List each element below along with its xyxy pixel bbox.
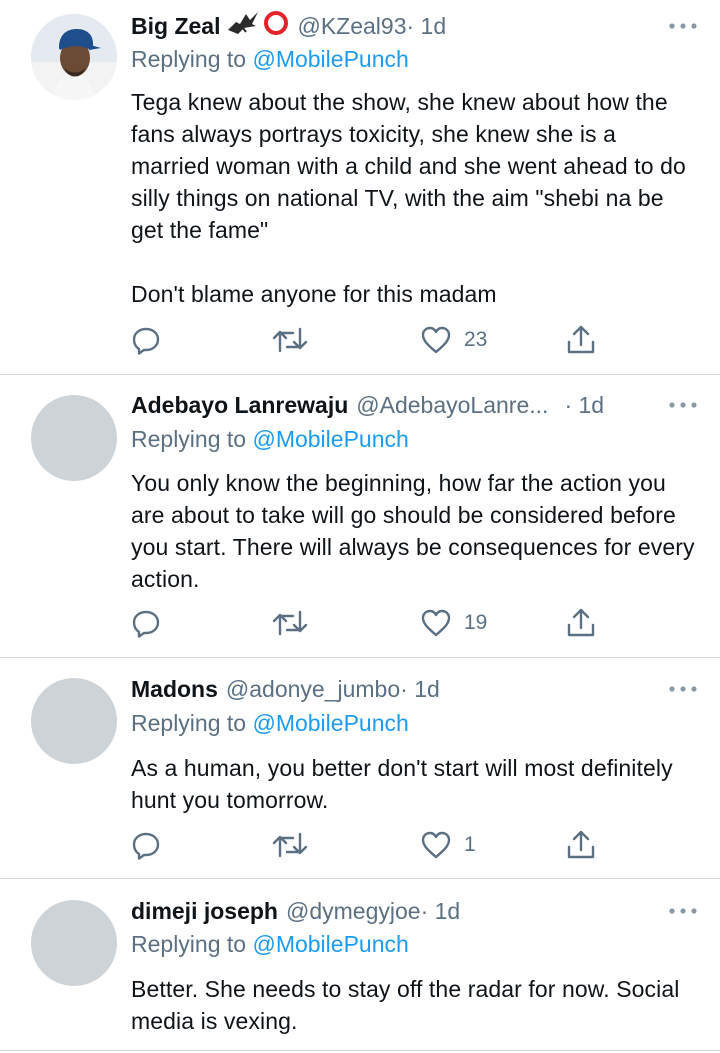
reply-mention-link[interactable]: @MobilePunch (252, 426, 408, 452)
retweet-button[interactable] (271, 323, 309, 357)
tweet-header: Adebayo Lanrewaju @AdebayoLanre... · 1d (131, 389, 698, 421)
tweet-time[interactable]: · 1d (421, 898, 461, 925)
share-icon (565, 324, 597, 356)
tweet-text: You only know the beginning, how far the… (131, 467, 701, 595)
user-handle[interactable]: @adonye_jumbo (226, 676, 400, 703)
tweet-paragraph: Tega knew about the show, she knew about… (131, 89, 686, 243)
retweet-icon (271, 325, 309, 355)
share-button[interactable] (565, 606, 597, 640)
retweet-icon (271, 608, 309, 638)
tweet-actions: 23 (131, 323, 611, 357)
reply-button[interactable] (131, 606, 161, 640)
user-handle[interactable]: @KZeal93 (297, 13, 406, 40)
tweet-actions: 1 (131, 828, 611, 862)
tweet-text: Better. She needs to stay off the radar … (131, 973, 701, 1037)
tweet[interactable]: Adebayo Lanrewaju @AdebayoLanre... · 1d … (0, 375, 720, 657)
more-icon[interactable] (668, 673, 698, 705)
avatar[interactable] (31, 395, 117, 481)
replying-to: Replying to @MobilePunch (131, 426, 409, 453)
tweet-time[interactable]: · 1d (564, 392, 604, 419)
more-icon[interactable] (668, 389, 698, 421)
tweet-actions: 19 (131, 606, 611, 640)
more-icon[interactable] (668, 895, 698, 927)
like-button[interactable]: 1 (420, 828, 476, 862)
avatar[interactable] (31, 900, 117, 986)
replying-label: Replying to (131, 46, 247, 72)
tweet-time[interactable]: · 1d (400, 676, 440, 703)
reply-button[interactable] (131, 323, 161, 357)
heart-icon (420, 608, 452, 638)
reply-mention-link[interactable]: @MobilePunch (252, 46, 408, 72)
heart-icon (420, 325, 452, 355)
tweet-paragraph: Don't blame anyone for this madam (131, 281, 497, 307)
user-handle[interactable]: @AdebayoLanre... (356, 392, 548, 419)
avatar[interactable] (31, 14, 117, 100)
reply-icon (131, 830, 161, 860)
tweet-text: Tega knew about the show, she knew about… (131, 86, 701, 310)
reply-mention-link[interactable]: @MobilePunch (252, 710, 408, 736)
user-name[interactable]: dimeji joseph (131, 898, 278, 925)
replying-to: Replying to @MobilePunch (131, 931, 409, 958)
share-icon (565, 829, 597, 861)
retweet-button[interactable] (271, 606, 309, 640)
tweet-header: Madons @adonye_jumbo · 1d (131, 673, 698, 705)
red-circle-emoji-icon (263, 10, 289, 42)
share-icon (565, 607, 597, 639)
like-button[interactable]: 23 (420, 323, 487, 357)
tweet-header: Big Zeal @KZeal93 · 1d (131, 10, 698, 42)
replying-label: Replying to (131, 931, 247, 957)
tweet[interactable]: dimeji joseph @dymegyjoe · 1d Replying t… (0, 879, 720, 1053)
like-count: 23 (464, 328, 488, 351)
tweet-paragraph: As a human, you better don't start will … (131, 755, 673, 813)
heart-icon (420, 830, 452, 860)
retweet-icon (271, 830, 309, 860)
tweet-text: As a human, you better don't start will … (131, 752, 701, 816)
tweet[interactable]: Madons @adonye_jumbo · 1d Replying to @M… (0, 658, 720, 878)
share-button[interactable] (565, 828, 597, 862)
user-name[interactable]: Adebayo Lanrewaju (131, 392, 348, 419)
tweet-header: dimeji joseph @dymegyjoe · 1d (131, 895, 698, 927)
share-button[interactable] (565, 323, 597, 357)
reply-button[interactable] (131, 828, 161, 862)
tweet[interactable]: Big Zeal @KZeal93 · 1d Replying to @Mobi… (0, 0, 720, 374)
user-handle[interactable]: @dymegyjoe (286, 898, 421, 925)
name-badges (226, 10, 289, 42)
reply-icon (131, 325, 161, 355)
retweet-button[interactable] (271, 828, 309, 862)
tweet-paragraph: You only know the beginning, how far the… (131, 470, 695, 592)
tweet-time[interactable]: · 1d (406, 13, 446, 40)
like-button[interactable]: 19 (420, 606, 487, 640)
tweet-paragraph: Better. She needs to stay off the radar … (131, 976, 680, 1034)
like-count: 1 (464, 833, 476, 856)
like-count: 19 (464, 611, 488, 634)
reply-mention-link[interactable]: @MobilePunch (252, 931, 408, 957)
replying-label: Replying to (131, 426, 247, 452)
avatar[interactable] (31, 678, 117, 764)
reply-icon (131, 608, 161, 638)
user-name[interactable]: Big Zeal (131, 13, 220, 40)
more-icon[interactable] (668, 10, 698, 42)
divider (0, 1050, 720, 1051)
replying-label: Replying to (131, 710, 247, 736)
replying-to: Replying to @MobilePunch (131, 46, 409, 73)
user-name[interactable]: Madons (131, 676, 218, 703)
replying-to: Replying to @MobilePunch (131, 710, 409, 737)
bird-emoji-icon (226, 10, 260, 42)
